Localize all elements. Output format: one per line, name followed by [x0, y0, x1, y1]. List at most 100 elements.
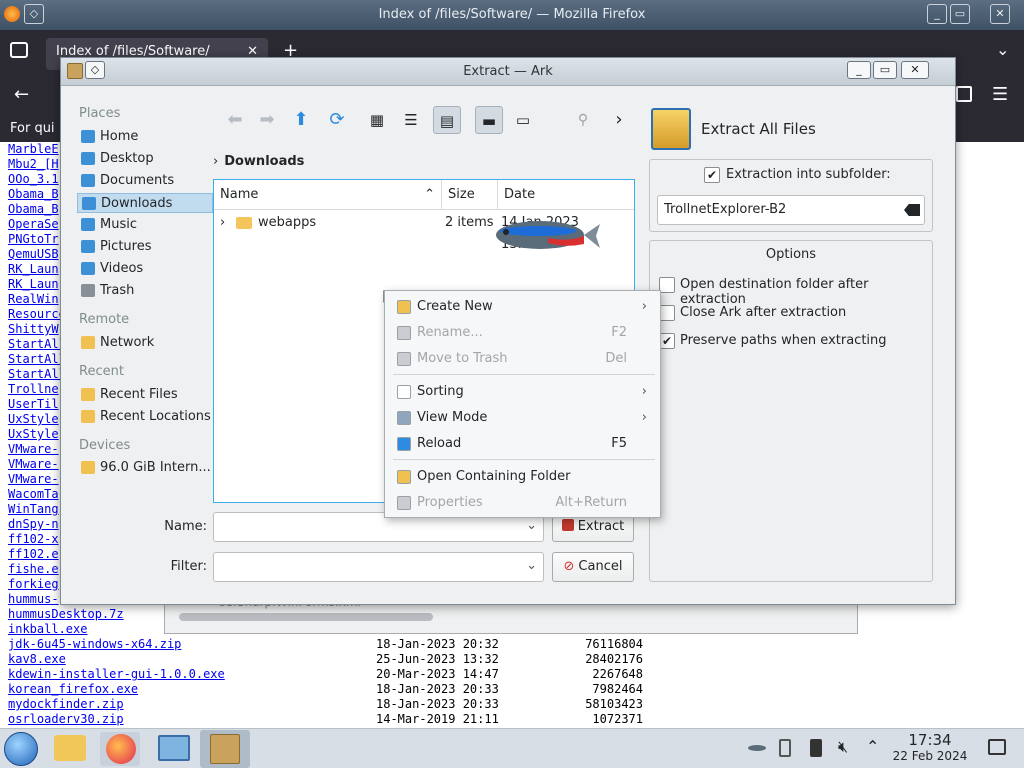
listing-link[interactable]: WacomTa	[8, 487, 59, 501]
places-item-videos[interactable]: Videos	[77, 259, 213, 279]
listing-link[interactable]: dnSpy-n	[8, 517, 59, 531]
listing-link[interactable]: VMware-	[8, 442, 59, 456]
reload-icon[interactable]: ⟳	[323, 106, 351, 134]
tray-fish-icon[interactable]	[748, 745, 766, 751]
tray-battery-icon[interactable]	[810, 739, 822, 757]
ark-close-button[interactable]: ✕	[901, 61, 929, 79]
subfolder-input[interactable]: TrollnetExplorer-B2	[657, 195, 925, 225]
listing-link[interactable]: QemuUSB	[8, 247, 59, 261]
places-item-96-0-gib-intern-[interactable]: 96.0 GiB Intern...	[77, 458, 213, 478]
listing-link[interactable]: RK_Laun	[8, 262, 59, 276]
places-item-pictures[interactable]: Pictures	[77, 237, 213, 257]
listing-link[interactable]: UxStyle	[8, 412, 59, 426]
file-manager-task-icon[interactable]	[54, 735, 86, 761]
places-item-documents[interactable]: Documents	[77, 171, 213, 191]
preserve-paths-label[interactable]: Preserve paths when extracting	[680, 333, 887, 348]
control-panel-task-icon[interactable]	[158, 735, 190, 761]
icons-view-icon[interactable]: ▦	[363, 106, 391, 134]
menu-item-reload[interactable]: Reload F5	[389, 431, 657, 457]
listing-link[interactable]: StartAll	[8, 367, 66, 381]
listing-link[interactable]: hummus-	[8, 592, 59, 606]
menu-item-open-containing-folder[interactable]: Open Containing Folder	[389, 464, 657, 490]
breadcrumb-downloads[interactable]: Downloads	[224, 154, 304, 169]
places-item-music[interactable]: Music	[77, 215, 213, 235]
listing-link[interactable]: OOo_3.1	[8, 172, 59, 186]
extensions-icon[interactable]	[956, 86, 972, 102]
places-item-network[interactable]: Network	[77, 333, 213, 353]
horizontal-scrollbar[interactable]	[179, 613, 433, 621]
subfolder-label[interactable]: Extraction into subfolder:	[726, 167, 891, 182]
menu-icon[interactable]: ☰	[992, 84, 1008, 105]
filter-dropdown-icon[interactable]: ⌄	[526, 558, 537, 573]
listing-link[interactable]: UxStyle	[8, 427, 59, 441]
panel-icon[interactable]: ▭	[509, 106, 537, 134]
close-button[interactable]: ✕	[990, 4, 1010, 24]
listing-link[interactable]: Obama_B	[8, 187, 59, 201]
name-dropdown-icon[interactable]: ⌄	[526, 518, 537, 533]
listing-row-link[interactable]: korean_firefox.exe	[8, 682, 138, 696]
listing-link[interactable]: Resource	[8, 307, 66, 321]
forward-nav-icon[interactable]: ➡	[253, 106, 281, 134]
listing-row-link[interactable]: osrloaderv30.zip	[8, 712, 124, 726]
listing-link[interactable]: forkieg	[8, 577, 59, 591]
listing-link[interactable]: RK_Laun	[8, 277, 59, 291]
listing-row-link[interactable]: kdewin-installer-gui-1.0.0.exe	[8, 667, 225, 681]
show-desktop-icon[interactable]	[988, 739, 1006, 755]
listing-link[interactable]: hummusDesktop.7z	[8, 607, 124, 621]
listing-link[interactable]: ff102-x	[8, 532, 59, 546]
column-date[interactable]: Date	[498, 180, 634, 210]
places-item-recent-locations[interactable]: Recent Locations	[77, 407, 213, 427]
listing-link[interactable]: WinTang	[8, 502, 59, 516]
ark-maximize-button[interactable]: ▭	[873, 61, 897, 79]
listing-link[interactable]: StartAll	[8, 337, 66, 351]
subfolder-checkbox[interactable]: ✔	[704, 167, 720, 183]
listing-link[interactable]: Obama_B	[8, 202, 59, 216]
clock-date[interactable]: 22 Feb 2024	[888, 749, 972, 763]
menu-item-rename[interactable]: Rename... F2	[389, 320, 657, 346]
listing-link[interactable]: StartAll	[8, 352, 66, 366]
menu-item-sorting[interactable]: Sorting ›	[389, 379, 657, 405]
menu-item-properties[interactable]: Properties Alt+Return	[389, 490, 657, 516]
places-item-downloads[interactable]: Downloads	[77, 193, 213, 213]
clear-text-icon[interactable]	[904, 204, 920, 216]
tray-mute-icon[interactable]: 🔇︎	[838, 737, 848, 757]
places-item-desktop[interactable]: Desktop	[77, 149, 213, 169]
listing-link[interactable]: PNGtoTr	[8, 232, 59, 246]
listing-link[interactable]: MarbleE	[8, 142, 59, 156]
listing-row-link[interactable]: kav8.exe	[8, 652, 66, 666]
start-button[interactable]	[4, 732, 38, 766]
preview-icon[interactable]: ▬	[475, 106, 503, 134]
back-nav-icon[interactable]: ⬅	[221, 106, 249, 134]
listing-link[interactable]: VMware-	[8, 472, 59, 486]
listing-link[interactable]: OperaSe	[8, 217, 59, 231]
tab-overview-icon[interactable]	[10, 42, 28, 58]
listing-link[interactable]: VMware-	[8, 457, 59, 471]
details-view-icon[interactable]: ☰	[397, 106, 425, 134]
listing-link[interactable]: fishe.e	[8, 562, 59, 576]
listing-row-link[interactable]: mydockfinder.zip	[8, 697, 124, 711]
listing-link[interactable]: RealWin	[8, 292, 59, 306]
listing-link[interactable]: Mbu2_[H	[8, 157, 59, 171]
close-ark-label[interactable]: Close Ark after extraction	[680, 305, 846, 320]
tray-expand-icon[interactable]: ⌃	[866, 737, 879, 756]
listing-link[interactable]: Trollne	[8, 382, 59, 396]
close-ark-checkbox[interactable]	[659, 305, 675, 321]
tree-view-icon[interactable]: ▤	[433, 106, 461, 134]
zoom-icon[interactable]: ⚲	[569, 106, 597, 134]
maximize-button[interactable]: ▭	[950, 4, 970, 24]
listing-link[interactable]: ff102.e	[8, 547, 59, 561]
tab-list-icon[interactable]: ⌄	[996, 40, 1009, 59]
menu-item-create-new[interactable]: Create New ›	[389, 294, 657, 320]
places-item-recent-files[interactable]: Recent Files	[77, 385, 213, 405]
places-item-trash[interactable]: Trash	[77, 281, 213, 301]
filter-combo[interactable]: ⌄	[213, 552, 544, 582]
listing-link[interactable]: UserTil	[8, 397, 59, 411]
expand-icon[interactable]: ›	[220, 212, 225, 234]
up-folder-icon[interactable]: ⬆	[287, 106, 315, 134]
back-icon[interactable]: ←	[14, 84, 29, 105]
column-name[interactable]: Name ⌃	[214, 180, 442, 210]
open-destination-checkbox[interactable]	[659, 277, 675, 293]
ark-minimize-button[interactable]: _	[847, 61, 871, 79]
menu-item-view-mode[interactable]: View Mode ›	[389, 405, 657, 431]
open-destination-label[interactable]: Open destination folder after extraction	[680, 277, 932, 307]
